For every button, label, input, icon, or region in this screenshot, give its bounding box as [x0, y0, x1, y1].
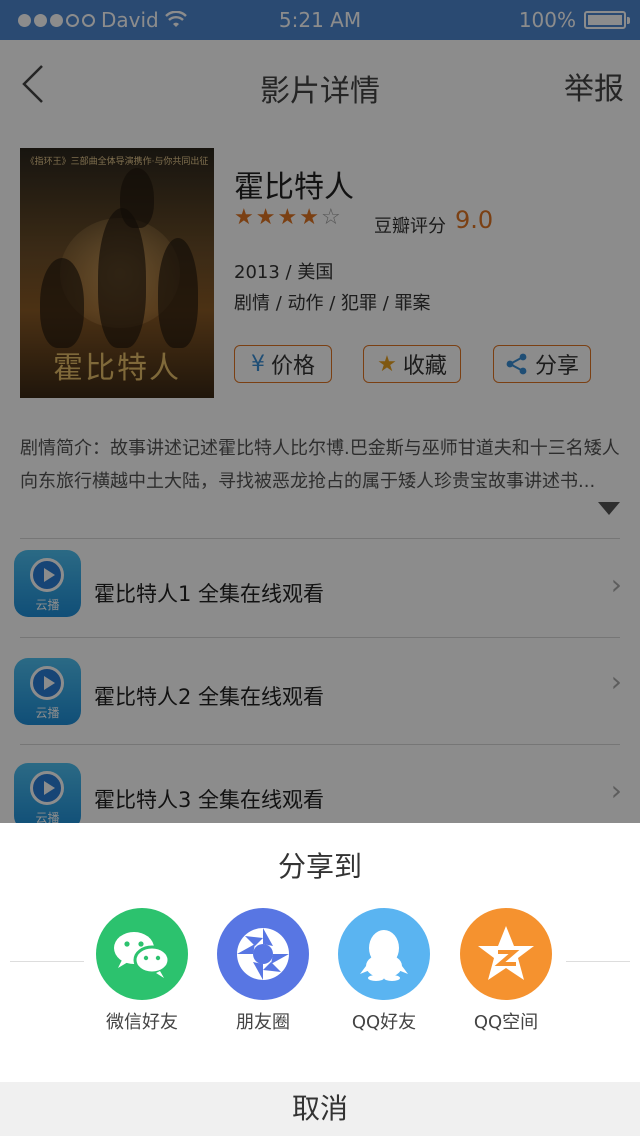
divider — [566, 961, 630, 962]
share-moments-button[interactable]: 朋友圈 — [203, 908, 323, 1034]
qq-icon — [338, 908, 430, 1000]
share-qq-label: QQ好友 — [351, 1012, 417, 1033]
share-moments-label: 朋友圈 — [236, 1012, 290, 1033]
divider — [10, 961, 84, 962]
wechat-icon — [96, 908, 188, 1000]
moments-icon — [217, 908, 309, 1000]
share-qzone-button[interactable]: QQ空间 — [446, 908, 566, 1034]
qzone-icon — [460, 908, 552, 1000]
share-wechat-label: 微信好友 — [106, 1012, 178, 1033]
cancel-button[interactable]: 取消 — [0, 1082, 640, 1136]
share-qzone-label: QQ空间 — [473, 1012, 539, 1033]
share-qq-button[interactable]: QQ好友 — [324, 908, 444, 1034]
share-sheet-title: 分享到 — [277, 850, 362, 883]
share-wechat-button[interactable]: 微信好友 — [82, 908, 202, 1034]
